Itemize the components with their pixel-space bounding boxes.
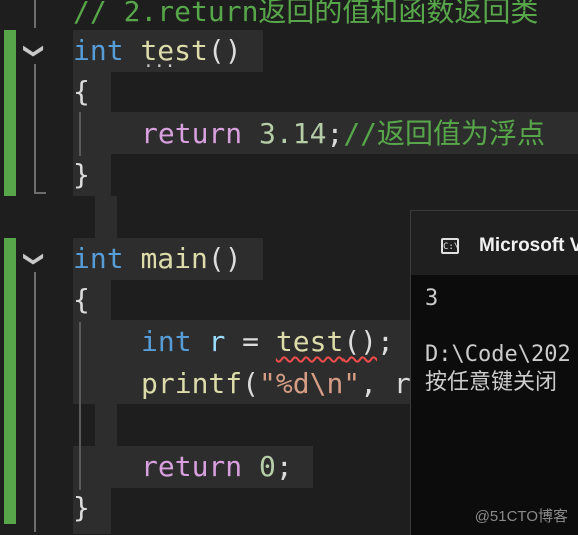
semicolon: ; [377,325,394,358]
parens: () [207,242,242,275]
number-literal: 3.14 [259,117,327,150]
change-indicator-bar [4,238,16,524]
call-parens: () [343,325,378,358]
fold-range-line [34,0,36,28]
fold-chevron-icon[interactable]: ❯ [23,248,47,270]
open-brace: { [73,283,90,316]
inline-comment: //返回值为浮点 [343,117,546,150]
semicolon: ; [326,117,344,150]
function-name-main: main [140,242,208,275]
keyword-int: int [141,325,192,358]
code-line-return-zero: return 0; [141,447,293,487]
code-line-printf: printf("%d\n", r [141,364,411,404]
console-output-line: D:\Code\202 [425,342,571,367]
console-title: Microsoft Vi [479,235,578,256]
printf-args: , r [360,367,411,400]
code-line-return-float: return 3.14;//返回值为浮点 [141,114,545,154]
keyword-return: return [141,450,243,483]
code-line-main-signature: int main() [73,239,242,279]
function-call-printf: printf [141,367,243,400]
code-comment-line: // 2.return返回的值和函数返回类 [73,0,539,28]
indent-guide [79,322,81,490]
function-call-test[interactable]: test [276,325,343,358]
keyword-return: return [141,117,243,150]
terminal-icon: C:\ [441,238,459,254]
variable-r: r [208,325,226,358]
keyword-int: int [73,242,124,275]
fold-chevron-icon[interactable]: ❯ [23,40,47,62]
line-highlight [95,404,117,446]
watermark: @51CTO博客 [474,508,568,525]
close-brace: } [73,158,90,191]
console-output-line: 按任意键关闭 [425,370,558,395]
line-highlight [95,196,117,238]
number-literal: 0 [259,450,276,483]
keyword-int: int [73,34,124,67]
open-paren: ( [242,367,260,400]
close-brace: } [73,491,90,524]
suggestion-dots: ··· [143,56,176,77]
console-output-line: 3 [425,286,439,311]
indent-guide [79,112,81,156]
fold-range-line [34,64,36,194]
assign-operator: = [225,325,276,358]
open-brace: { [73,75,90,108]
code-line-declaration: int r = test(); [141,322,394,362]
format-string: "%d\n" [259,367,361,400]
fold-range-line [34,192,46,194]
parens: () [207,34,242,67]
change-indicator-bar [4,30,16,196]
console-titlebar[interactable]: C:\ Microsoft Vi [411,211,578,275]
fold-range-line [34,272,36,532]
semicolon: ; [275,450,293,483]
console-window[interactable]: C:\ Microsoft Vi 3 D:\Code\202 按任意键关闭 [410,210,578,535]
